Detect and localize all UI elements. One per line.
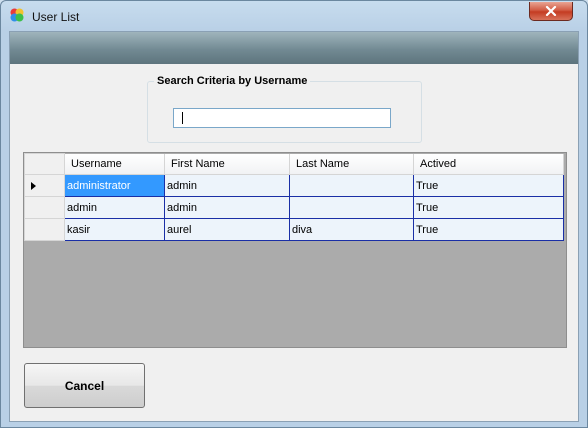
- row-header[interactable]: [24, 174, 65, 197]
- cell-username[interactable]: kasir: [64, 218, 165, 241]
- client-area: Search Criteria by Username Username Fir…: [9, 31, 579, 422]
- row-header[interactable]: [24, 218, 65, 241]
- cell-actived[interactable]: True: [413, 196, 564, 219]
- cell-last-name[interactable]: [289, 196, 414, 219]
- cell-first-name[interactable]: aurel: [164, 218, 290, 241]
- app-icon: [10, 8, 24, 22]
- user-grid[interactable]: Username First Name Last Name Actived ad…: [23, 152, 567, 348]
- column-header-actived[interactable]: Actived: [413, 153, 564, 175]
- row-header[interactable]: [24, 196, 65, 219]
- user-list-window: User List Search Criteria by Username Us…: [0, 0, 588, 428]
- table-row[interactable]: admin admin True: [24, 196, 564, 219]
- window-title: User List: [32, 10, 80, 24]
- cell-first-name[interactable]: admin: [164, 174, 290, 197]
- cell-username[interactable]: admin: [64, 196, 165, 219]
- current-row-arrow-icon: [31, 181, 36, 190]
- cell-username[interactable]: administrator: [64, 174, 165, 197]
- text-caret: [182, 112, 183, 124]
- cell-last-name[interactable]: diva: [289, 218, 414, 241]
- cell-first-name[interactable]: admin: [164, 196, 290, 219]
- column-header-last-name[interactable]: Last Name: [289, 153, 414, 175]
- cancel-button[interactable]: Cancel: [24, 363, 145, 408]
- close-icon: [545, 6, 557, 16]
- header-banner: [10, 32, 578, 64]
- cell-actived[interactable]: True: [413, 174, 564, 197]
- cell-last-name[interactable]: [289, 174, 414, 197]
- column-header-first-name[interactable]: First Name: [164, 153, 290, 175]
- table-row[interactable]: administrator admin True: [24, 174, 564, 197]
- column-header-username[interactable]: Username: [64, 153, 165, 175]
- cell-actived[interactable]: True: [413, 218, 564, 241]
- search-group-label: Search Criteria by Username: [154, 75, 311, 87]
- username-search-input[interactable]: [173, 108, 391, 128]
- table-row[interactable]: kasir aurel diva True: [24, 218, 564, 241]
- grid-header-row: Username First Name Last Name Actived: [24, 153, 564, 175]
- title-bar[interactable]: User List: [1, 1, 587, 31]
- search-group: Search Criteria by Username: [147, 75, 422, 143]
- row-header-corner[interactable]: [24, 153, 65, 175]
- close-button[interactable]: [529, 2, 573, 21]
